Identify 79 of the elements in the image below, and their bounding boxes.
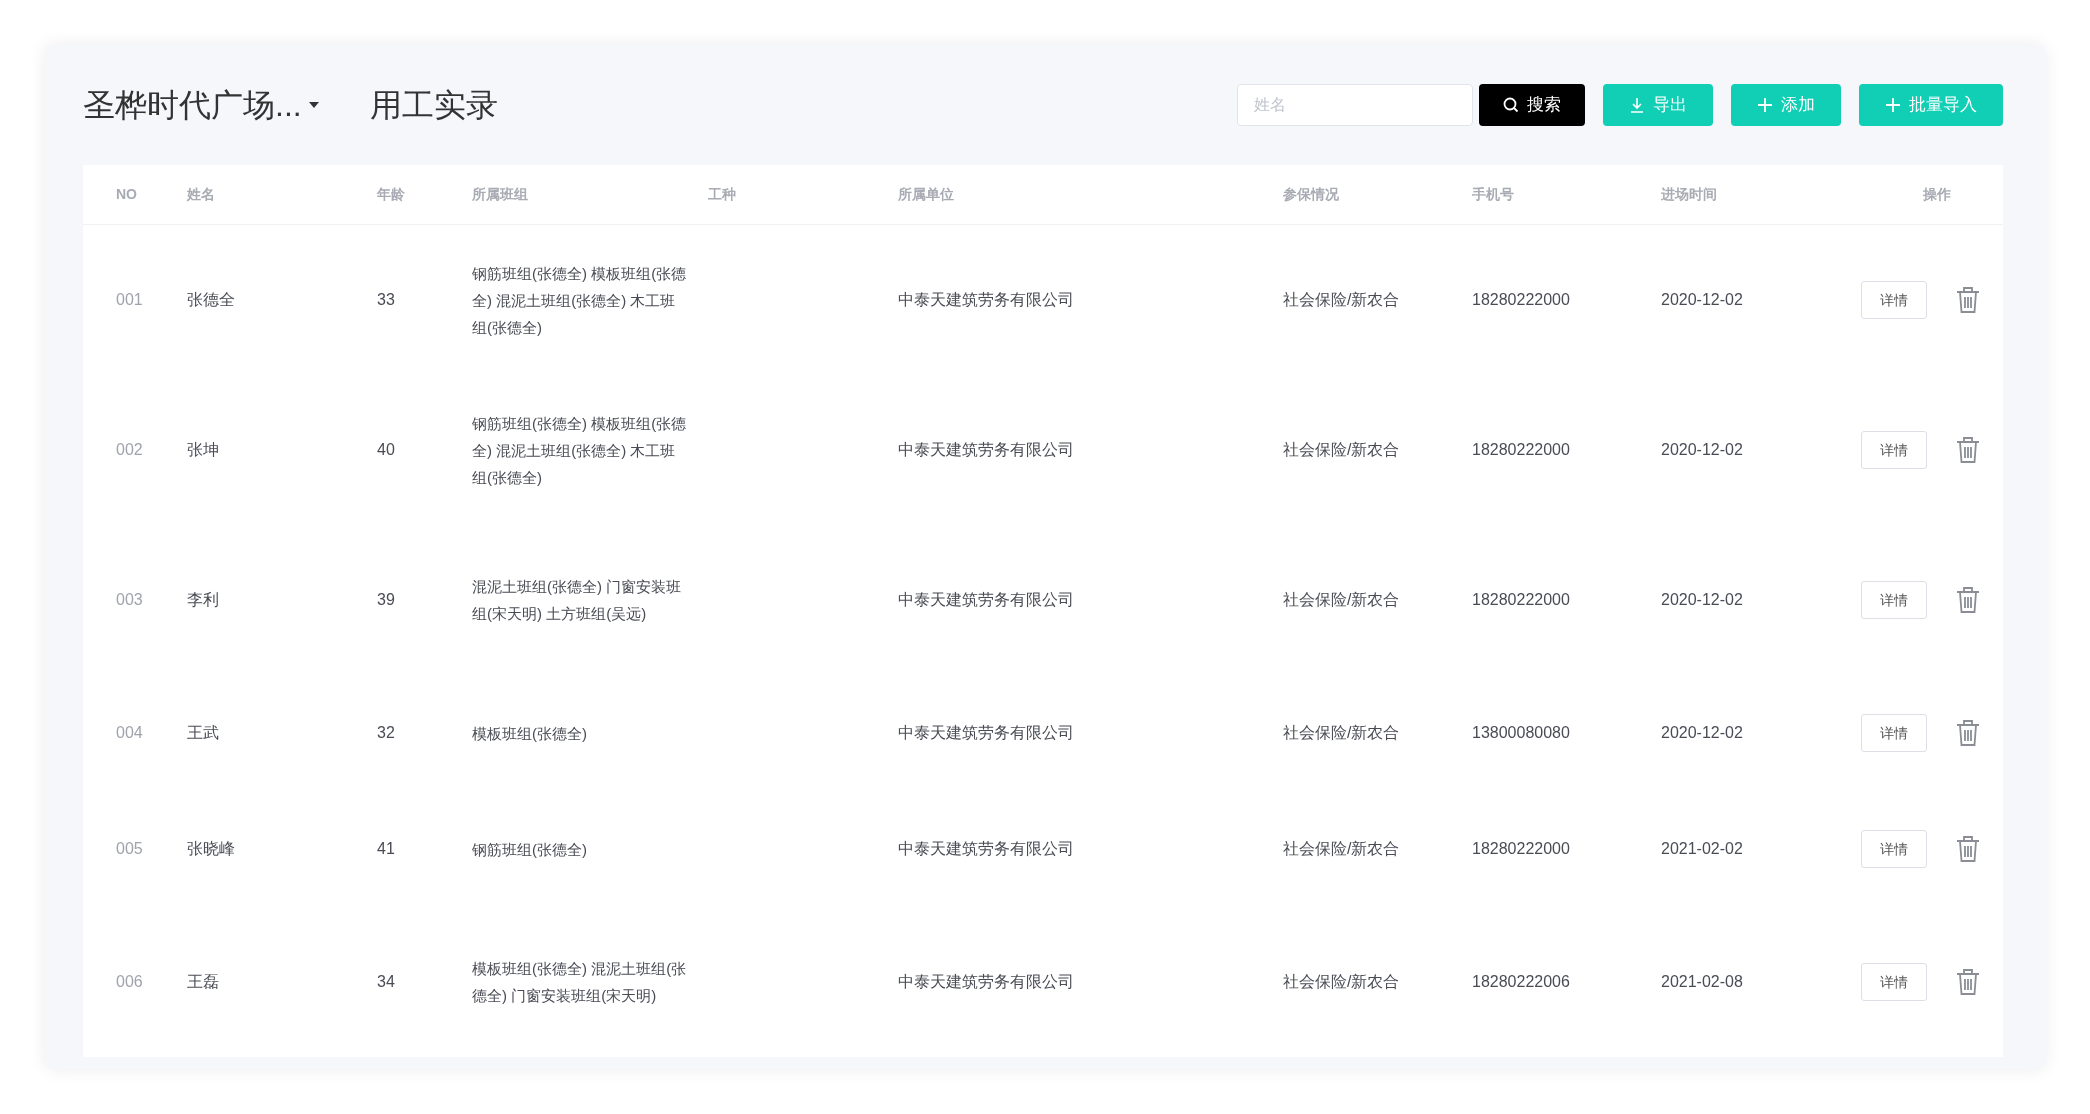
table-cell-text: 003 bbox=[116, 590, 144, 610]
details-button[interactable]: 详情 bbox=[1861, 963, 1927, 1001]
table-cell-text: 002 bbox=[116, 440, 144, 460]
trash-icon[interactable] bbox=[1955, 968, 1981, 996]
details-button[interactable]: 详情 bbox=[1861, 581, 1927, 619]
table-cell-text: 钢筋班组(张德全) 模板班组(张德全) 混泥土班组(张德全) 木工班组(张德全) bbox=[472, 263, 688, 338]
column-header: 年龄 bbox=[377, 185, 406, 204]
column-header: 进场时间 bbox=[1661, 185, 1718, 204]
table-cell-text: 13800080080 bbox=[1472, 723, 1571, 743]
table-cell-text: 中泰天建筑劳务有限公司 bbox=[898, 723, 1075, 743]
table-cell-text: 18280222006 bbox=[1472, 972, 1571, 992]
table-cell-text: 混泥土班组(张德全) 门窗安装班组(宋天明) 土方班组(吴远) bbox=[472, 577, 683, 624]
table-cell-text: 社会保险/新农合 bbox=[1283, 440, 1401, 460]
column-header: 手机号 bbox=[1472, 185, 1515, 204]
table-cell-text: 40 bbox=[377, 440, 396, 460]
table-cell-text: 钢筋班组(张德全) 模板班组(张德全) 混泥土班组(张德全) 木工班组(张德全) bbox=[472, 413, 688, 488]
column-header: 姓名 bbox=[187, 185, 216, 204]
table-cell-text: 中泰天建筑劳务有限公司 bbox=[898, 839, 1075, 859]
table-cell-text: 张晓峰 bbox=[187, 839, 236, 859]
column-header: NO bbox=[116, 185, 138, 204]
table-cell-text: 41 bbox=[377, 839, 396, 859]
trash-icon[interactable] bbox=[1955, 436, 1981, 464]
table-cell-text: 001 bbox=[116, 290, 144, 310]
table-cell-text: 2021-02-02 bbox=[1661, 839, 1744, 859]
trash-icon[interactable] bbox=[1955, 719, 1981, 747]
table-cell-text: 张坤 bbox=[187, 440, 220, 460]
search-button[interactable]: 搜索 bbox=[1479, 84, 1585, 126]
table-cell-text: 社会保险/新农合 bbox=[1283, 590, 1401, 610]
search-field[interactable]: 姓名 bbox=[1237, 84, 1473, 126]
table-cell-text: 社会保险/新农合 bbox=[1283, 839, 1401, 859]
table-cell-text: 社会保险/新农合 bbox=[1283, 290, 1401, 310]
table-cell-text: 2020-12-02 bbox=[1661, 590, 1744, 610]
table-cell-text: 18280222000 bbox=[1472, 440, 1571, 460]
project-selector[interactable]: 圣桦时代广场... bbox=[83, 81, 302, 129]
table-cell-text: 18280222000 bbox=[1472, 290, 1571, 310]
table-cell-text: 2020-12-02 bbox=[1661, 440, 1744, 460]
table-cell-text: 王磊 bbox=[187, 972, 220, 992]
table-cell-text: 006 bbox=[116, 972, 144, 992]
details-button[interactable]: 详情 bbox=[1861, 431, 1927, 469]
column-header: 操作 bbox=[1922, 185, 1952, 204]
table-cell-text: 32 bbox=[377, 723, 396, 743]
trash-icon[interactable] bbox=[1955, 586, 1981, 614]
table-cell-text: 钢筋班组(张德全) bbox=[472, 839, 588, 860]
column-header: 参保情况 bbox=[1283, 185, 1340, 204]
table-cell-text: 2020-12-02 bbox=[1661, 290, 1744, 310]
table-cell-text: 社会保险/新农合 bbox=[1283, 723, 1401, 743]
table-cell-text: 005 bbox=[116, 839, 144, 859]
details-button[interactable]: 详情 bbox=[1861, 281, 1927, 319]
caret-icon[interactable] bbox=[307, 101, 320, 109]
table-cell-text: 004 bbox=[116, 723, 144, 743]
table-cell-text: 中泰天建筑劳务有限公司 bbox=[898, 590, 1075, 610]
plus-icon bbox=[1757, 97, 1773, 113]
table-cell-text: 中泰天建筑劳务有限公司 bbox=[898, 972, 1075, 992]
table-cell-text: 社会保险/新农合 bbox=[1283, 972, 1401, 992]
table-cell-text: 39 bbox=[377, 590, 396, 610]
table-cell-text: 2020-12-02 bbox=[1661, 723, 1744, 743]
table-cell-text: 33 bbox=[377, 290, 396, 310]
table-cell-text: 中泰天建筑劳务有限公司 bbox=[898, 290, 1075, 310]
table-cell-text: 王武 bbox=[187, 723, 220, 743]
page-title: 用工实录 bbox=[369, 86, 498, 125]
table-cell-text: 模板班组(张德全) bbox=[472, 723, 588, 744]
download-icon bbox=[1629, 97, 1645, 113]
table-cell-text: 18280222000 bbox=[1472, 839, 1571, 859]
plus-icon bbox=[1885, 97, 1901, 113]
trash-icon[interactable] bbox=[1955, 286, 1981, 314]
table-cell-text: 张德全 bbox=[187, 290, 236, 310]
table-cell-text: 34 bbox=[377, 972, 396, 992]
column-header: 所属单位 bbox=[898, 185, 955, 204]
details-button[interactable]: 详情 bbox=[1861, 714, 1927, 752]
table-cell-text: 18280222000 bbox=[1472, 590, 1571, 610]
table-cell-text: 模板班组(张德全) 混泥土班组(张德全) 门窗安装班组(宋天明) bbox=[472, 959, 688, 1006]
details-button[interactable]: 详情 bbox=[1861, 830, 1927, 868]
column-header: 所属班组 bbox=[472, 185, 529, 204]
column-header: 工种 bbox=[708, 185, 737, 204]
table-cell-text: 李利 bbox=[187, 590, 220, 610]
table-cell-text: 中泰天建筑劳务有限公司 bbox=[898, 440, 1075, 460]
search-icon bbox=[1503, 97, 1519, 113]
table-cell-text: 2021-02-08 bbox=[1661, 972, 1744, 992]
trash-icon[interactable] bbox=[1955, 835, 1981, 863]
